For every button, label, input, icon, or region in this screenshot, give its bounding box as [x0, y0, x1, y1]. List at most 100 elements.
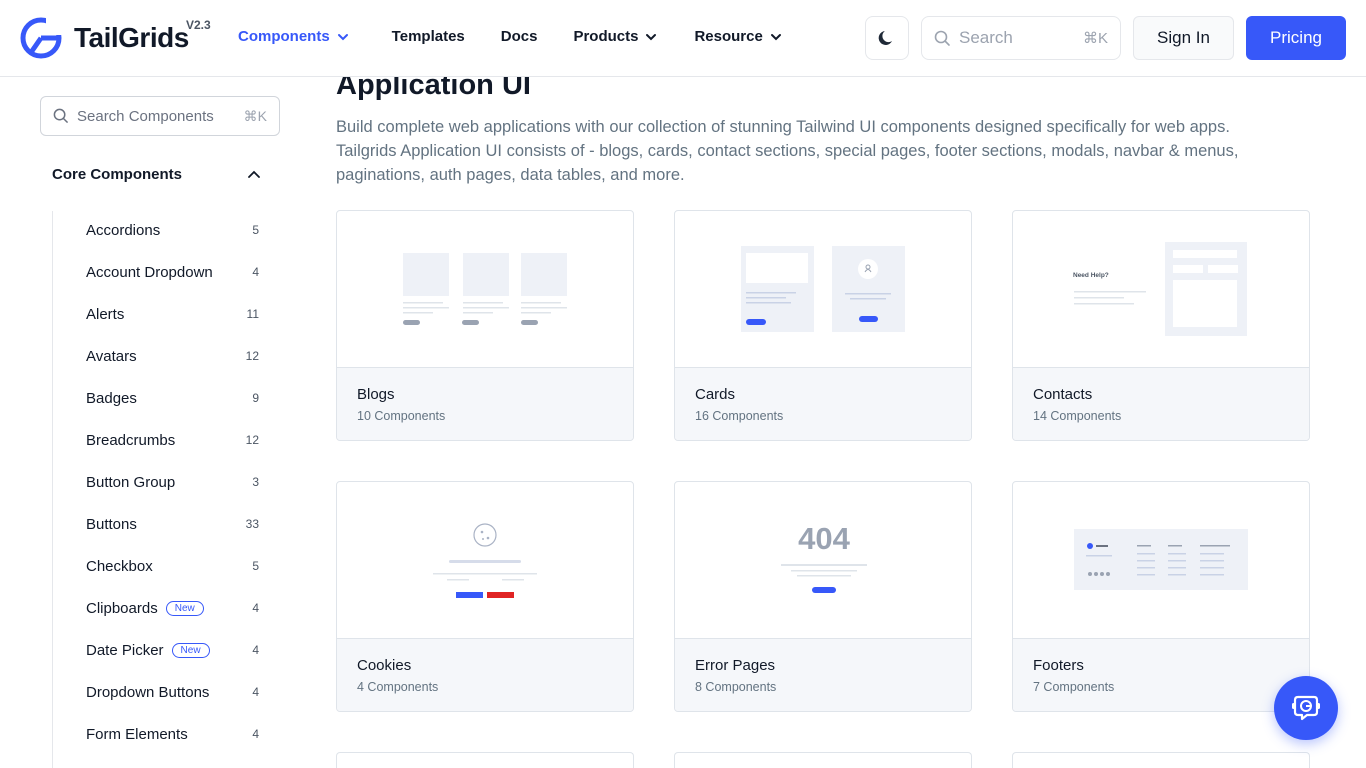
sidebar-item-count: 5: [252, 559, 259, 573]
category-card-partial[interactable]: [1012, 752, 1310, 768]
core-components-group-header[interactable]: Core Components: [52, 166, 262, 183]
category-card-partial[interactable]: [336, 752, 634, 768]
card-subtitle: 4 Components: [357, 680, 439, 694]
sidebar-search-input[interactable]: Search Components ⌘K: [40, 96, 280, 136]
sidebar-item-label: Badges: [86, 389, 137, 407]
logo-text: TailGrids: [74, 22, 189, 53]
sidebar-item-label: Dropdown Buttons: [86, 683, 210, 701]
search-icon: [53, 108, 68, 123]
sidebar-item-dropdown-buttons[interactable]: Dropdown Buttons 4: [86, 681, 259, 703]
sidebar-item-alerts[interactable]: Alerts 11: [86, 303, 259, 325]
card-thumbnail: [337, 211, 633, 368]
top-header: TailGrids V2.3 Components Templates Docs…: [0, 0, 1366, 77]
card-title: Cards: [695, 386, 736, 403]
sidebar-item-form-elements[interactable]: Form Elements 4: [86, 723, 259, 745]
sidebar-list: Accordions 5 Account Dropdown 4 Alerts 1…: [52, 211, 267, 768]
sidebar-search-placeholder: Search Components: [77, 107, 214, 125]
contacts-preview-icon: Need Help?: [1073, 242, 1247, 336]
chevron-up-icon: [248, 170, 260, 178]
sidebar-item-count: 11: [246, 307, 259, 321]
nav-resource[interactable]: Resource: [694, 28, 782, 45]
card-subtitle: 8 Components: [695, 680, 777, 694]
card-title: Error Pages: [695, 657, 776, 674]
sidebar-item-avatars[interactable]: Avatars 12: [86, 345, 259, 367]
theme-toggle-button[interactable]: [865, 16, 909, 60]
nav-resource-label: Resource: [694, 28, 763, 45]
sidebar-item-buttons[interactable]: Buttons 33: [86, 513, 259, 535]
sidebar-item-label: Checkbox: [86, 557, 153, 575]
category-card-footers[interactable]: Footers 7 Components: [1012, 481, 1310, 712]
blogs-preview-icon: [403, 253, 567, 325]
nav-docs-label: Docs: [500, 28, 538, 45]
nav-templates[interactable]: Templates: [392, 28, 465, 45]
sidebar-item-text: Clipboards: [86, 599, 158, 617]
sidebar-item-count: 33: [245, 517, 259, 531]
card-subtitle: 10 Components: [357, 409, 446, 423]
card-title: Blogs: [357, 386, 395, 403]
tailgrids-logo-icon: [20, 17, 62, 59]
nav-templates-label: Templates: [391, 28, 465, 45]
category-card-contacts[interactable]: Need Help? Contacts 14 Components: [1012, 210, 1310, 441]
sidebar-item-count: 4: [252, 601, 259, 615]
card-subtitle: 14 Components: [1033, 409, 1122, 423]
sidebar-item-clipboards[interactable]: Clipboards New 4: [86, 597, 259, 619]
new-badge: New: [171, 642, 210, 658]
sidebar-item-label: Alerts: [86, 305, 125, 323]
pricing-button[interactable]: Pricing: [1246, 16, 1346, 60]
card-title: Cookies: [357, 657, 412, 674]
sidebar-item-label: Avatars: [86, 347, 137, 365]
card-title: Contacts: [1033, 386, 1093, 403]
sidebar-item-breadcrumbs[interactable]: Breadcrumbs 12: [86, 429, 259, 451]
sidebar-item-label: Form Elements: [86, 725, 188, 743]
sidebar-item-button-group[interactable]: Button Group 3: [86, 471, 259, 493]
sidebar-item-label: Account Dropdown: [86, 263, 213, 281]
sidebar-item-count: 4: [252, 685, 259, 699]
card-info: Footers 7 Components: [1013, 639, 1309, 711]
sidebar-item-label: Breadcrumbs: [86, 431, 176, 449]
sidebar-item-accordions[interactable]: Accordions 5: [86, 219, 259, 241]
chat-support-icon: [1292, 695, 1320, 721]
cookies-preview-icon: [433, 523, 537, 598]
card-subtitle: 16 Components: [695, 409, 784, 423]
new-badge: New: [165, 600, 204, 616]
category-card-cookies[interactable]: Cookies 4 Components: [336, 481, 634, 712]
sidebar-item-count: 5: [252, 223, 259, 237]
nav-docs[interactable]: Docs: [501, 28, 538, 45]
category-card-blogs[interactable]: Blogs 10 Components: [336, 210, 634, 441]
card-thumbnail: [1013, 482, 1309, 639]
search-placeholder: Search: [959, 28, 1013, 47]
version-label: V2.3: [186, 18, 211, 32]
card-info: Error Pages 8 Components: [675, 639, 971, 711]
support-chat-button[interactable]: [1274, 676, 1338, 740]
nav-products-label: Products: [573, 28, 639, 45]
main-nav: Components Templates Docs Products Resou…: [238, 28, 783, 45]
chevron-down-icon: [337, 33, 348, 40]
sidebar-item-account-dropdown[interactable]: Account Dropdown 4: [86, 261, 259, 283]
chevron-down-icon: [646, 33, 657, 40]
sidebar-item-label: Accordions: [86, 221, 161, 239]
category-card-partial[interactable]: [674, 752, 972, 768]
sidebar-item-date-picker[interactable]: Date Picker New 4: [86, 639, 259, 661]
moon-icon: [878, 31, 892, 45]
sidebar-item-checkbox[interactable]: Checkbox 5: [86, 555, 259, 577]
card-info: Cookies 4 Components: [337, 639, 633, 711]
category-card-error-pages[interactable]: 404 Error Pages 8 Components: [674, 481, 972, 712]
logo[interactable]: TailGrids: [20, 17, 189, 59]
nav-products[interactable]: Products: [573, 28, 658, 45]
sign-in-button[interactable]: Sign In: [1133, 16, 1234, 60]
sidebar-item-label: Date Picker New: [86, 642, 210, 659]
search-shortcut: ⌘K: [1082, 30, 1108, 47]
sidebar-item-badges[interactable]: Badges 9: [86, 387, 259, 409]
chevron-down-icon: [770, 33, 781, 40]
cards-preview-icon: [741, 246, 905, 332]
sidebar-item-label: Clipboards New: [86, 600, 204, 617]
card-subtitle: 7 Components: [1033, 680, 1115, 694]
sidebar-item-label: Button Group: [86, 473, 176, 491]
nav-components[interactable]: Components: [238, 28, 350, 45]
card-title: Footers: [1033, 657, 1084, 674]
nav-components-label: Components: [238, 28, 330, 45]
category-card-cards[interactable]: Cards 16 Components: [674, 210, 972, 441]
search-icon: [934, 30, 950, 46]
header-search-input[interactable]: Search ⌘K: [921, 16, 1121, 60]
footers-preview-icon: [1074, 529, 1248, 590]
